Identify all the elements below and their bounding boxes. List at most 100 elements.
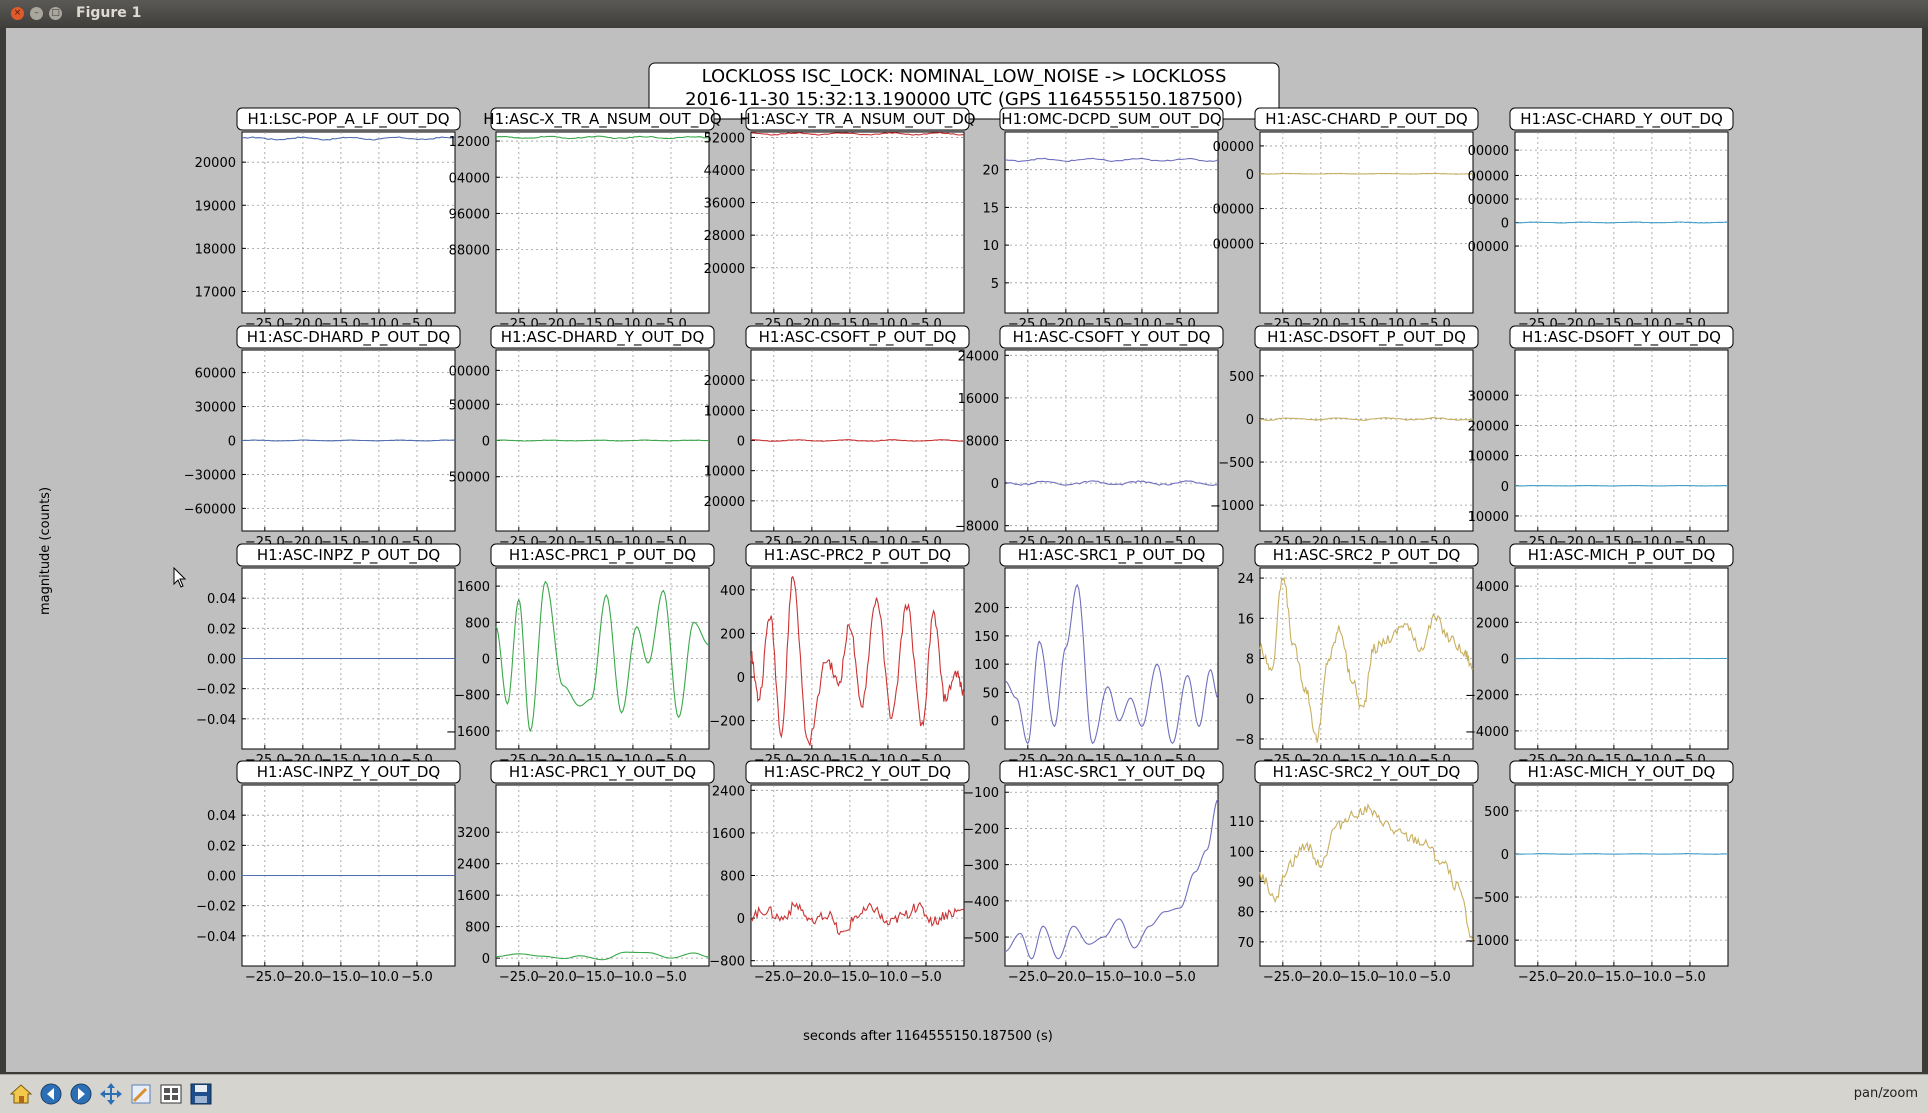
y-tick-label: 0 — [482, 952, 490, 967]
subplot-title: H1:ASC-SRC1_Y_OUT_DQ — [1018, 763, 1206, 782]
y-tick-label: 10000 — [1468, 510, 1509, 525]
x-tick-label: −10.0 — [868, 970, 908, 985]
y-tick-label: 0 — [1246, 413, 1254, 428]
subplot-10: −25.0−20.0−15.0−10.0−5.0240001600080000−… — [955, 326, 1223, 550]
subplot-title: H1:ASC-DSOFT_Y_OUT_DQ — [1522, 328, 1721, 347]
y-tick-label: 0 — [991, 715, 999, 730]
y-tick-label: 30000 — [195, 401, 236, 416]
y-tick-label: −0.04 — [196, 930, 236, 945]
window-titlebar: × – □ Figure 1 — [0, 0, 1928, 28]
y-tick-label: 90 — [1237, 876, 1254, 891]
y-tick-label: 0 — [1501, 653, 1509, 668]
y-tick-label: −0.02 — [196, 900, 236, 915]
x-tick-label: −25.0 — [1263, 970, 1303, 985]
y-tick-label: 100 — [974, 658, 999, 673]
x-tick-label: −25.0 — [754, 970, 794, 985]
y-tick-label: −0.04 — [196, 713, 236, 728]
plot-area[interactable] — [1260, 132, 1473, 313]
y-tick-label: 8 — [1246, 653, 1254, 668]
plot-area[interactable] — [1515, 785, 1728, 966]
maximize-icon[interactable]: □ — [49, 7, 62, 20]
y-tick-label: 10000 — [704, 404, 745, 419]
y-tick-label: 0 — [482, 435, 490, 450]
y-tick-label: 0 — [991, 477, 999, 492]
x-tick-label: −25.0 — [499, 970, 539, 985]
y-tick-label: 80 — [1237, 906, 1254, 921]
y-tick-label: 800 — [465, 616, 490, 631]
x-tick-label: −10.0 — [1122, 970, 1162, 985]
plot-area[interactable] — [1005, 785, 1218, 966]
y-tick-label: 150 — [974, 630, 999, 645]
x-tick-label: −25.0 — [245, 970, 285, 985]
plot-area[interactable] — [496, 132, 709, 313]
x-tick-label: −15.0 — [1339, 970, 1379, 985]
y-tick-label: 0 — [1246, 168, 1254, 183]
figure-svg[interactable]: LOCKLOSS ISC_LOCK: NOMINAL_LOW_NOISE -> … — [6, 28, 1922, 1072]
y-tick-label: 20 — [982, 164, 999, 179]
y-tick-label: 16 — [1237, 612, 1254, 627]
navigation-toolbar: pan/zoom — [0, 1074, 1928, 1113]
y-tick-label: 5 — [991, 277, 999, 292]
y-tick-label: −0.02 — [196, 683, 236, 698]
y-tick-label: 0.00 — [207, 653, 236, 668]
subplot-15: −25.0−20.0−15.0−10.0−5.04002000−200H1:AS… — [709, 544, 969, 768]
y-tick-label: 04000 — [449, 171, 490, 186]
subplot-title: H1:ASC-DSOFT_P_OUT_DQ — [1267, 328, 1466, 347]
minimize-icon[interactable]: – — [30, 7, 43, 20]
y-tick-label: 0.04 — [207, 809, 236, 824]
y-tick-label: 24000 — [958, 349, 999, 364]
x-tick-label: −5.0 — [1164, 970, 1196, 985]
y-tick-label: 36000 — [704, 197, 745, 212]
x-tick-label: −25.0 — [1518, 970, 1558, 985]
y-tick-label: 0 — [737, 435, 745, 450]
subplot-title: H1:ASC-CHARD_P_OUT_DQ — [1265, 110, 1467, 129]
subplot-5: −25.0−20.0−15.0−10.0−5.00000000000000000… — [1213, 108, 1478, 332]
zoom-icon[interactable] — [128, 1081, 154, 1107]
pan-icon[interactable] — [98, 1081, 124, 1107]
subplot-title: H1:ASC-CHARD_Y_OUT_DQ — [1520, 110, 1723, 129]
subplot-6: −25.0−20.0−15.0−10.0−5.00000000000000000… — [1468, 108, 1733, 332]
y-tick-label: −2000 — [1465, 689, 1509, 704]
y-tick-label: 3200 — [457, 826, 490, 841]
x-tick-label: −10.0 — [1377, 970, 1417, 985]
x-tick-label: −20.0 — [792, 970, 832, 985]
plot-area[interactable] — [1260, 350, 1473, 531]
y-tick-label: −500 — [1473, 891, 1509, 906]
y-tick-label: 110 — [1229, 815, 1254, 830]
y-tick-label: −800 — [709, 955, 745, 970]
x-tick-label: −15.0 — [830, 970, 870, 985]
x-axis-label: seconds after 1164555150.187500 (s) — [803, 1029, 1053, 1044]
subplot-title: H1:ASC-DHARD_Y_OUT_DQ — [501, 328, 705, 347]
save-icon[interactable] — [188, 1081, 214, 1107]
home-icon[interactable] — [8, 1081, 34, 1107]
y-tick-label: 400 — [720, 584, 745, 599]
toolbar-status: pan/zoom — [1854, 1086, 1918, 1101]
y-tick-label: −30000 — [184, 468, 236, 483]
y-tick-label: 1600 — [457, 889, 490, 904]
subplot-23: −25.0−20.0−15.0−10.0−5.0110100908070H1:A… — [1229, 761, 1478, 985]
subplot-22: −25.0−20.0−15.0−10.0−5.0−100−200−300−400… — [963, 761, 1223, 985]
y-tick-label: 800 — [465, 921, 490, 936]
x-tick-label: −15.0 — [321, 970, 361, 985]
plot-area[interactable] — [242, 132, 455, 313]
subplot-title: H1:ASC-CSOFT_P_OUT_DQ — [759, 328, 957, 347]
plot-area[interactable] — [1515, 350, 1728, 531]
subplot-title: H1:OMC-DCPD_SUM_OUT_DQ — [1001, 110, 1221, 129]
plot-area[interactable] — [496, 785, 709, 966]
subplot-title: H1:ASC-PRC1_P_OUT_DQ — [509, 546, 696, 565]
y-tick-label: −60000 — [184, 502, 236, 517]
y-tick-label: −200 — [963, 822, 999, 837]
y-tick-label: 50000 — [449, 471, 490, 486]
suptitle-line1: LOCKLOSS ISC_LOCK: NOMINAL_LOW_NOISE -> … — [702, 66, 1227, 87]
plot-area[interactable] — [751, 132, 964, 313]
subplots-icon[interactable] — [158, 1081, 184, 1107]
figure-canvas[interactable]: LOCKLOSS ISC_LOCK: NOMINAL_LOW_NOISE -> … — [6, 28, 1922, 1072]
plot-area[interactable] — [1005, 568, 1218, 749]
subplot-16: −25.0−20.0−15.0−10.0−5.0200150100500H1:A… — [974, 544, 1223, 768]
forward-icon[interactable] — [68, 1081, 94, 1107]
y-tick-label: 20000 — [704, 374, 745, 389]
back-icon[interactable] — [38, 1081, 64, 1107]
close-icon[interactable]: × — [11, 7, 24, 20]
y-tick-label: 12000 — [449, 135, 490, 150]
subplot-17: −25.0−20.0−15.0−10.0−5.0241680−8H1:ASC-S… — [1235, 544, 1478, 768]
